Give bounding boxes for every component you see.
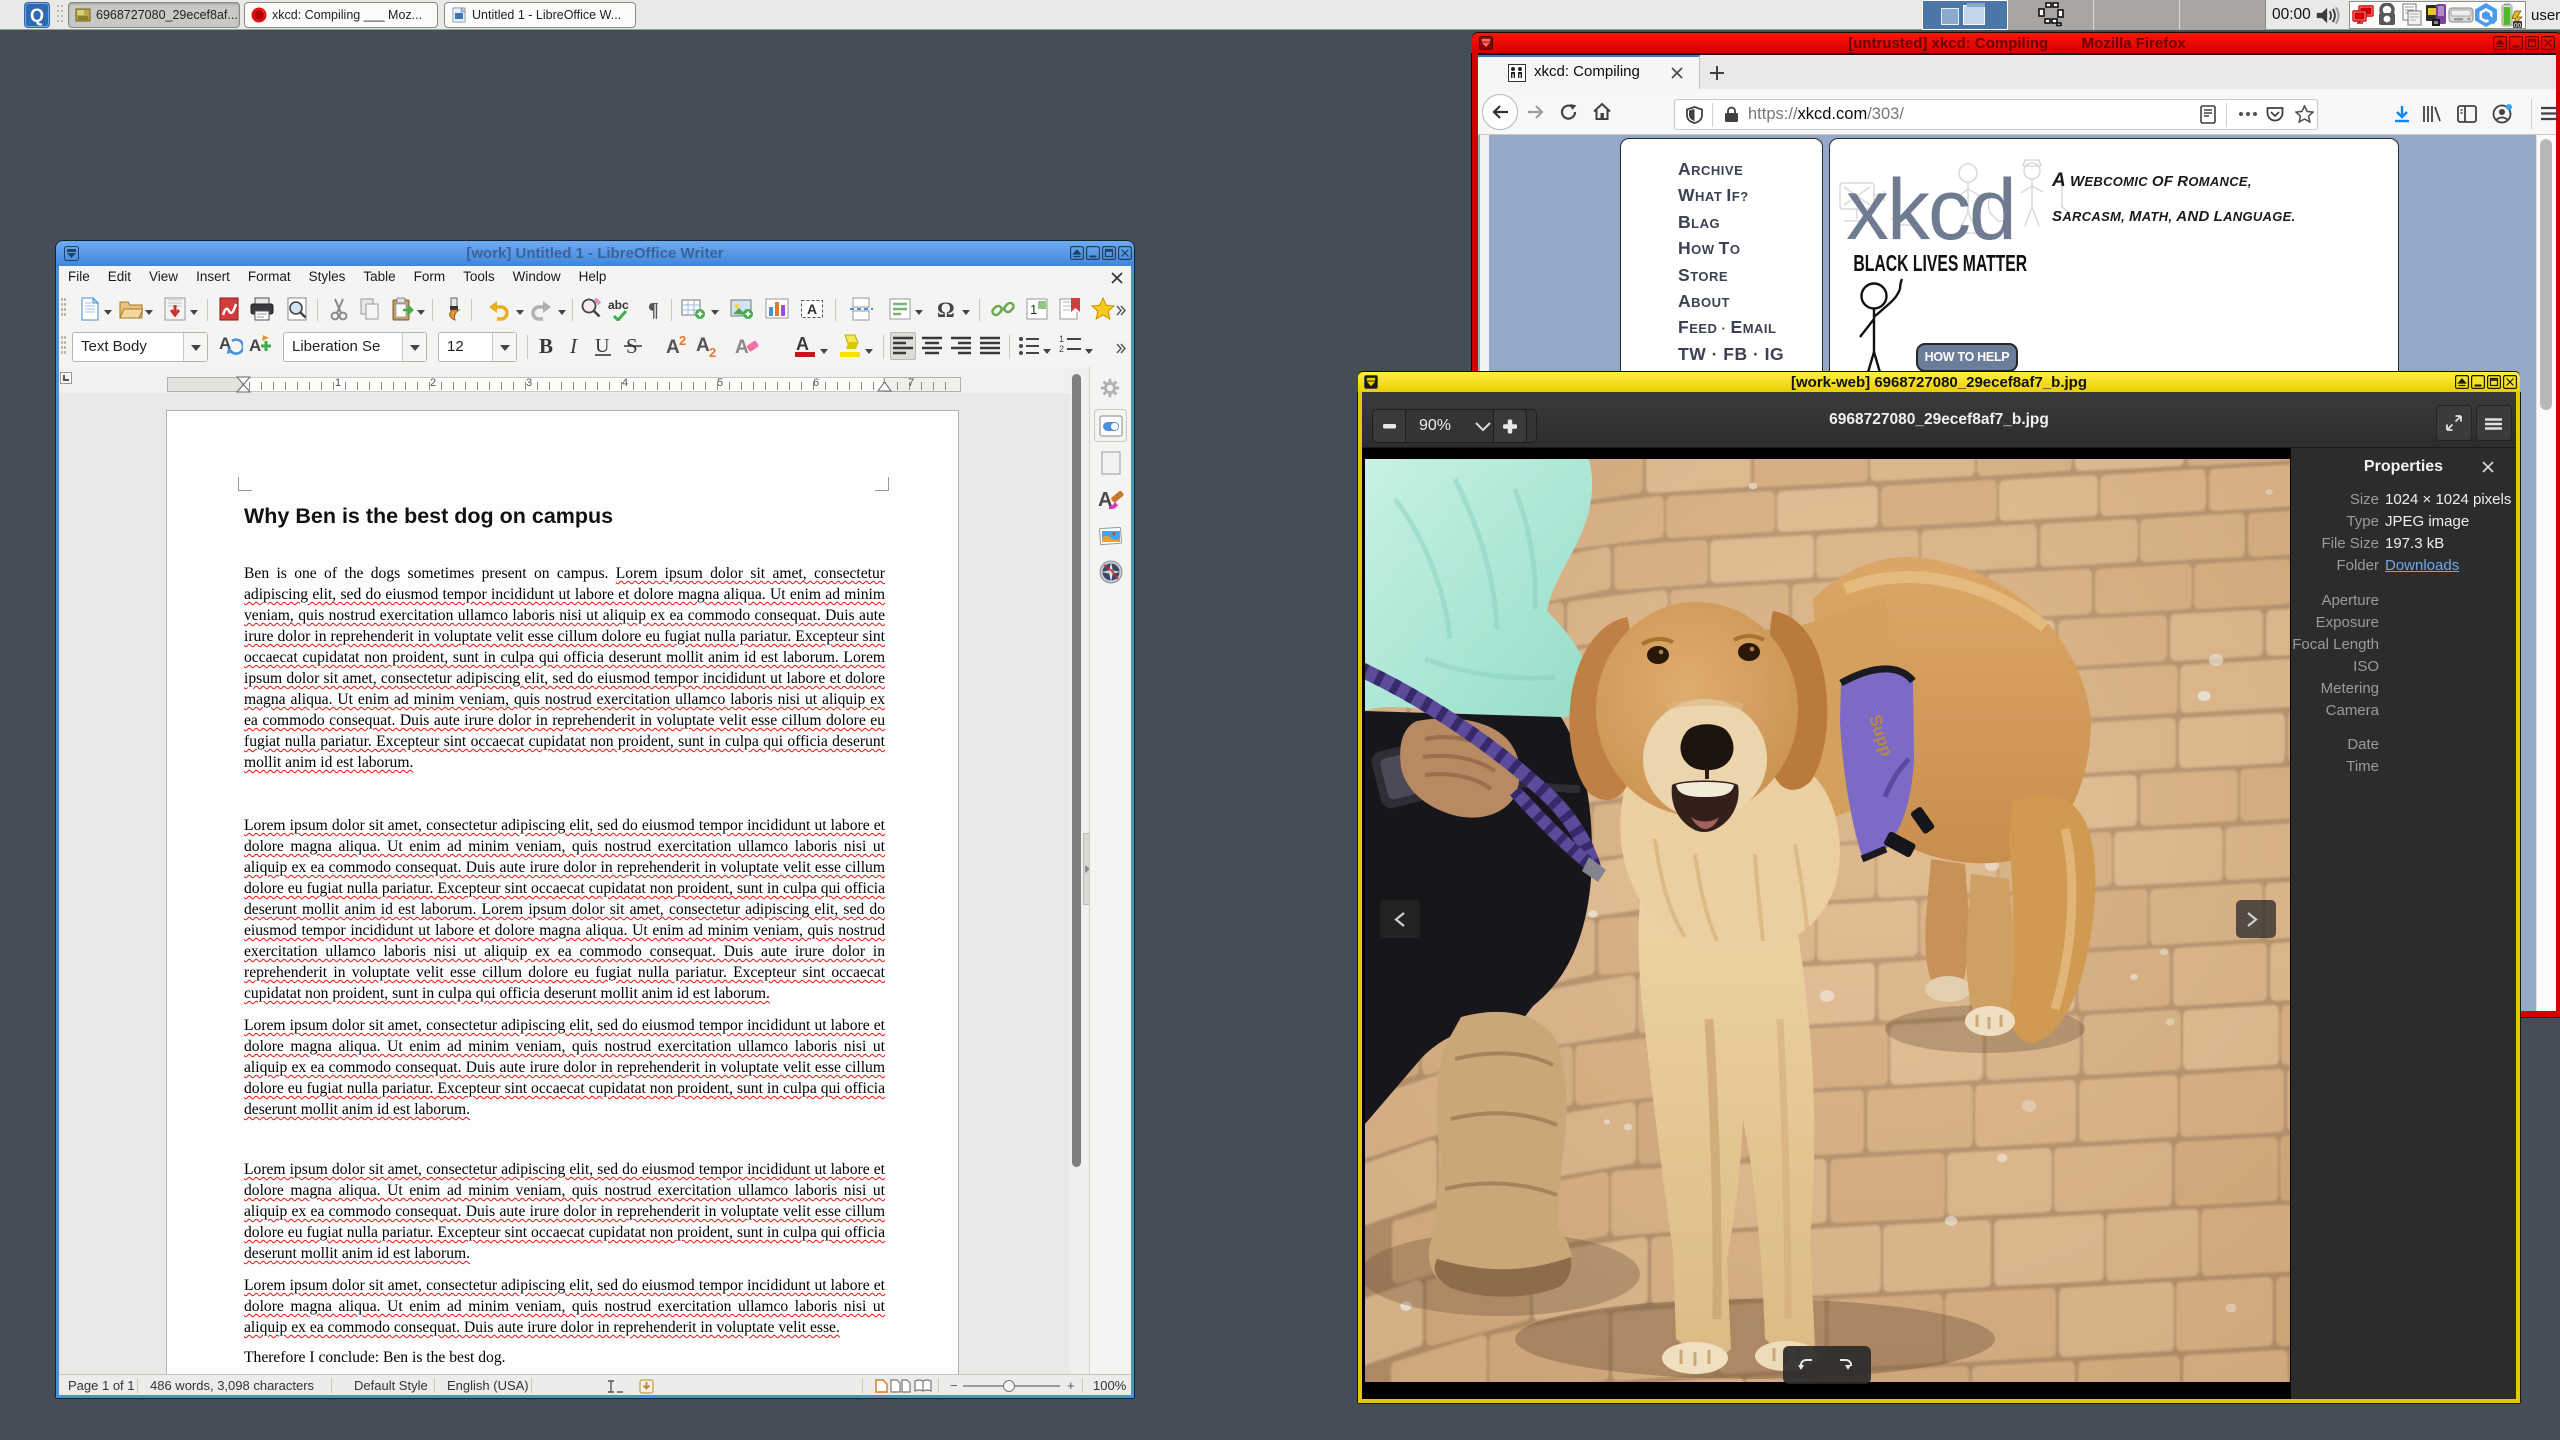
svg-text:A: A [249,336,261,355]
svg-text:B: B [539,334,553,358]
svg-text:BLACK LIVES MATTER: BLACK LIVES MATTER [1853,251,2027,277]
svg-text:U: U [595,335,610,357]
svg-text:00: 00 [2514,22,2522,29]
svg-text:Q: Q [30,6,44,26]
svg-text:abc: abc [608,298,629,312]
svg-text:A: A [666,337,680,358]
svg-text:1: 1 [1059,334,1064,344]
svg-text:I: I [569,334,578,358]
svg-text:A: A [796,334,809,354]
svg-text:2: 2 [1059,344,1064,354]
svg-text:1: 1 [1030,302,1037,317]
svg-text:A: A [807,301,817,317]
svg-text:2: 2 [709,345,716,359]
svg-text:Ω: Ω [937,297,955,321]
svg-text:A: A [696,335,710,356]
svg-text:¶: ¶ [648,299,659,321]
svg-text:2: 2 [679,333,686,348]
svg-text:A: A [735,337,749,358]
